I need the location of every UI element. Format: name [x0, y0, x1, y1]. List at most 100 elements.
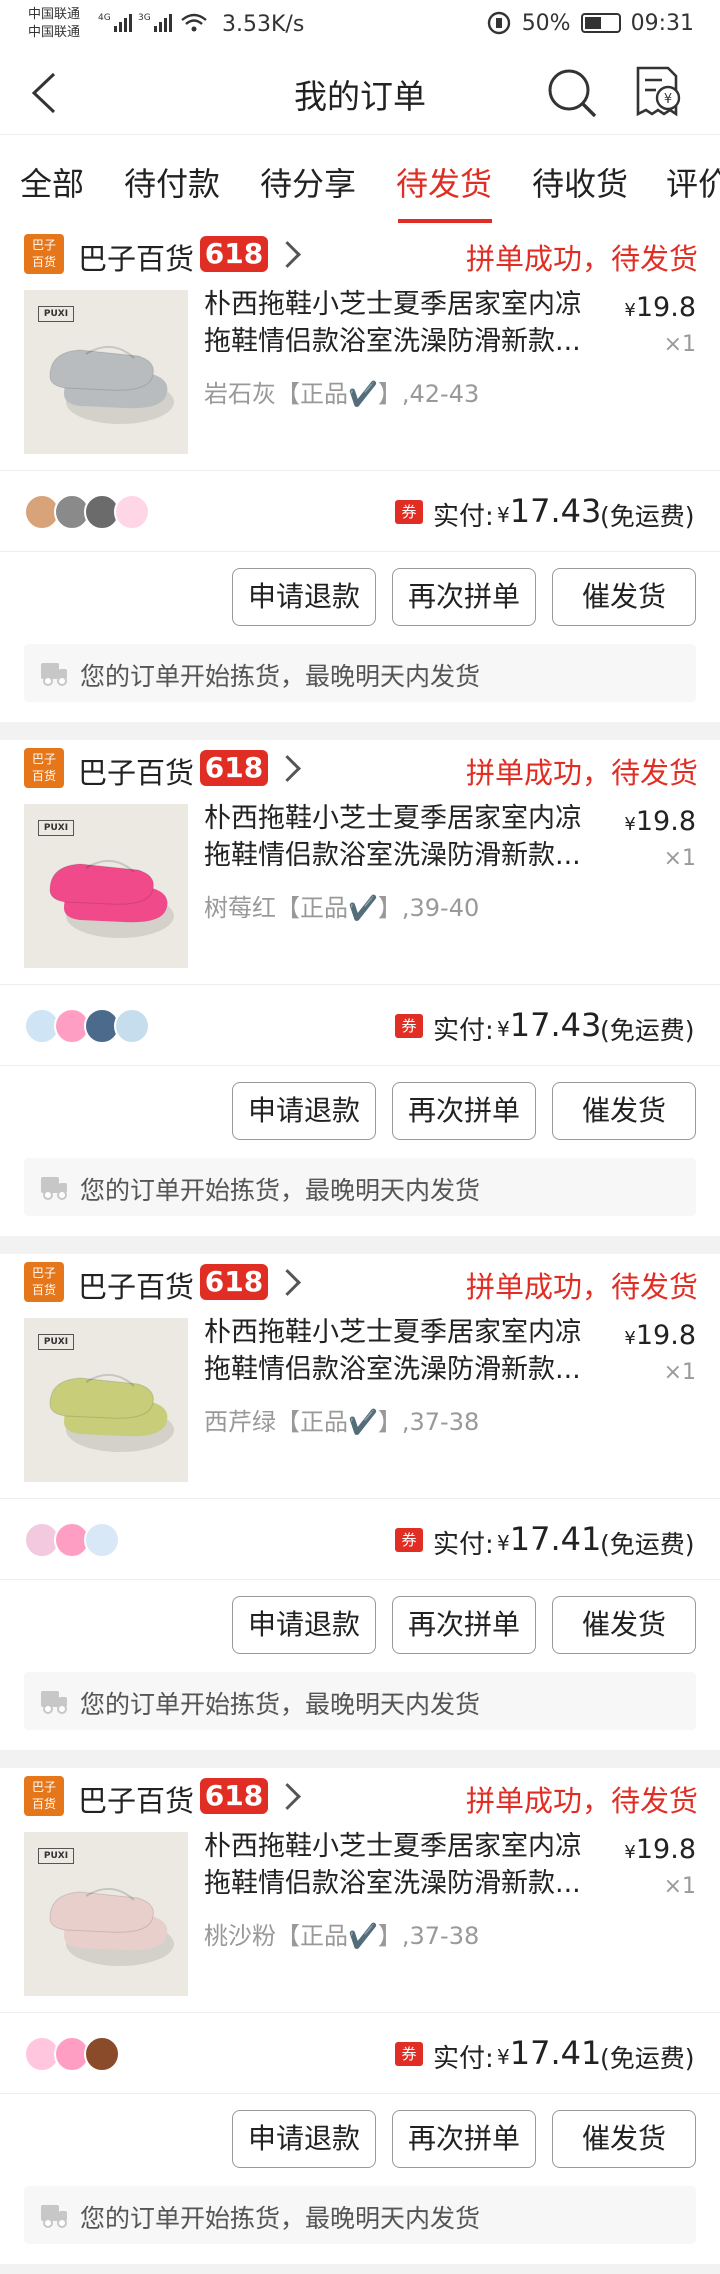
paid-label: 实付:	[433, 1016, 494, 1046]
product-price: ¥19.8	[624, 806, 696, 837]
product-title-line1: 朴西拖鞋小芝士夏季居家室内凉	[204, 289, 582, 320]
product-price: ¥19.8	[624, 292, 696, 323]
divider	[0, 1579, 720, 1580]
chevron-right-icon[interactable]	[274, 241, 301, 268]
divider	[0, 2012, 720, 2013]
regroup-button[interactable]: 再次拼单	[392, 568, 536, 626]
group-avatars[interactable]	[24, 494, 150, 530]
shipping-notice[interactable]: 您的订单开始拣货，最晚明天内发货	[24, 644, 696, 702]
price-symbol: ¥	[624, 1842, 636, 1863]
notice-text: 您的订单开始拣货，最晚明天内发货	[80, 2204, 481, 2233]
paid-label: 实付:	[433, 2044, 494, 2074]
tab-pending-receipt[interactable]: 待收货	[532, 159, 628, 205]
urge-shipment-button[interactable]: 催发货	[552, 2110, 696, 2168]
tab-pending-shipment[interactable]: 待发货	[396, 159, 492, 205]
product-price: ¥19.8	[624, 1320, 696, 1351]
product-title[interactable]: 朴西拖鞋小芝士夏季居家室内凉 拖鞋情侣款浴室洗澡防滑新款...	[204, 286, 604, 360]
signal-icon: 4G 3G	[98, 10, 210, 41]
svg-text:4G: 4G	[98, 13, 111, 23]
shop-name[interactable]: 巴子百货	[78, 750, 194, 792]
notice-text: 您的订单开始拣货，最晚明天内发货	[80, 1690, 481, 1719]
refund-button[interactable]: 申请退款	[232, 2110, 376, 2168]
shipping-notice[interactable]: 您的订单开始拣货，最晚明天内发货	[24, 2186, 696, 2244]
order-card[interactable]: 巴子 百货 巴子百货 618 拼单成功，待发货 PUXI 朴西拖鞋小芝士夏季居家…	[0, 226, 720, 722]
brand-logo: PUXI	[38, 306, 74, 322]
paid-amount: ¥17.43	[497, 492, 601, 530]
product-spec: 岩石灰【正品✔️】,42-43	[204, 380, 480, 408]
brand-logo: PUXI	[38, 820, 74, 836]
group-avatars[interactable]	[24, 1522, 120, 1558]
price-value: 19.8	[635, 1320, 696, 1351]
product-image[interactable]: PUXI	[24, 1832, 188, 1996]
product-title[interactable]: 朴西拖鞋小芝士夏季居家室内凉 拖鞋情侣款浴室洗澡防滑新款...	[204, 1314, 604, 1388]
vibrate-icon	[487, 11, 510, 35]
product-price: ¥19.8	[624, 1834, 696, 1865]
brand-logo: PUXI	[38, 1848, 74, 1864]
order-card[interactable]: 巴子 百货 巴子百货 618 拼单成功，待发货 PUXI 朴西拖鞋小芝士夏季居家…	[0, 740, 720, 1236]
bill-icon[interactable]: ¥	[630, 64, 684, 120]
search-icon[interactable]	[545, 66, 599, 120]
product-image[interactable]: PUXI	[24, 804, 188, 968]
product-title-line1: 朴西拖鞋小芝士夏季居家室内凉	[204, 1831, 582, 1862]
promo-tag: 618	[200, 1264, 268, 1300]
refund-button[interactable]: 申请退款	[232, 1596, 376, 1654]
group-avatars[interactable]	[24, 2036, 120, 2072]
shop-logo: 巴子 百货	[24, 1776, 64, 1816]
clock: 09:31	[630, 10, 694, 36]
paid-value: 17.41	[509, 2034, 602, 2072]
coupon-badge: 券	[395, 1014, 423, 1038]
shop-logo: 巴子 百货	[24, 1262, 64, 1302]
price-value: 19.8	[635, 806, 696, 837]
tab-all[interactable]: 全部	[20, 159, 84, 205]
chevron-right-icon[interactable]	[274, 1269, 301, 1296]
paid-amount: ¥17.41	[497, 2034, 601, 2072]
product-quantity: ×1	[663, 332, 696, 357]
active-tab-indicator	[398, 219, 492, 223]
tab-pending-share[interactable]: 待分享	[260, 159, 356, 205]
product-title[interactable]: 朴西拖鞋小芝士夏季居家室内凉 拖鞋情侣款浴室洗澡防滑新款...	[204, 800, 604, 874]
avatar	[114, 1008, 150, 1044]
order-card[interactable]: 巴子 百货 巴子百货 618 拼单成功，待发货 PUXI 朴西拖鞋小芝士夏季居家…	[0, 1254, 720, 1750]
shipping-note: (免运费)	[600, 2044, 695, 2073]
promo-tag: 618	[200, 1778, 268, 1814]
battery-icon	[580, 13, 621, 33]
product-title[interactable]: 朴西拖鞋小芝士夏季居家室内凉 拖鞋情侣款浴室洗澡防滑新款...	[204, 1828, 604, 1902]
paid-amount: ¥17.41	[497, 1520, 601, 1558]
product-image[interactable]: PUXI	[24, 1318, 188, 1482]
shop-name[interactable]: 巴子百货	[78, 236, 194, 278]
product-image[interactable]: PUXI	[24, 290, 188, 454]
regroup-button[interactable]: 再次拼单	[392, 2110, 536, 2168]
notice-text: 您的订单开始拣货，最晚明天内发货	[80, 662, 481, 691]
shop-name[interactable]: 巴子百货	[78, 1264, 194, 1306]
urge-shipment-button[interactable]: 催发货	[552, 1082, 696, 1140]
product-spec: 桃沙粉【正品✔️】,37-38	[204, 1922, 480, 1950]
urge-shipment-button[interactable]: 催发货	[552, 568, 696, 626]
product-title-line1: 朴西拖鞋小芝士夏季居家室内凉	[204, 803, 582, 834]
shop-name[interactable]: 巴子百货	[78, 1778, 194, 1820]
regroup-button[interactable]: 再次拼单	[392, 1082, 536, 1140]
divider	[0, 2093, 720, 2094]
tab-review[interactable]: 评价	[666, 159, 720, 205]
refund-button[interactable]: 申请退款	[232, 1082, 376, 1140]
shipping-note: (免运费)	[600, 1530, 695, 1559]
urge-shipment-button[interactable]: 催发货	[552, 1596, 696, 1654]
shipping-notice[interactable]: 您的订单开始拣货，最晚明天内发货	[24, 1158, 696, 1216]
price-value: 19.8	[635, 292, 696, 323]
shipping-notice[interactable]: 您的订单开始拣货，最晚明天内发货	[24, 1672, 696, 1730]
refund-button[interactable]: 申请退款	[232, 568, 376, 626]
brand-logo: PUXI	[38, 1334, 74, 1350]
group-avatars[interactable]	[24, 1008, 150, 1044]
coupon-badge: 券	[395, 2042, 423, 2066]
order-card[interactable]: 巴子 百货 巴子百货 618 拼单成功，待发货 PUXI 朴西拖鞋小芝士夏季居家…	[0, 1768, 720, 2264]
chevron-right-icon[interactable]	[274, 1783, 301, 1810]
chevron-right-icon[interactable]	[274, 755, 301, 782]
paid-label: 实付:	[433, 1530, 494, 1560]
network-speed: 3.53K/s	[222, 12, 305, 37]
paid-value: 17.41	[509, 1520, 602, 1558]
shipping-note: (免运费)	[600, 502, 695, 531]
divider	[0, 984, 720, 985]
truck-icon	[41, 1691, 67, 1714]
paid-label: 实付:	[433, 502, 494, 532]
tab-pending-payment[interactable]: 待付款	[124, 159, 220, 205]
regroup-button[interactable]: 再次拼单	[392, 1596, 536, 1654]
